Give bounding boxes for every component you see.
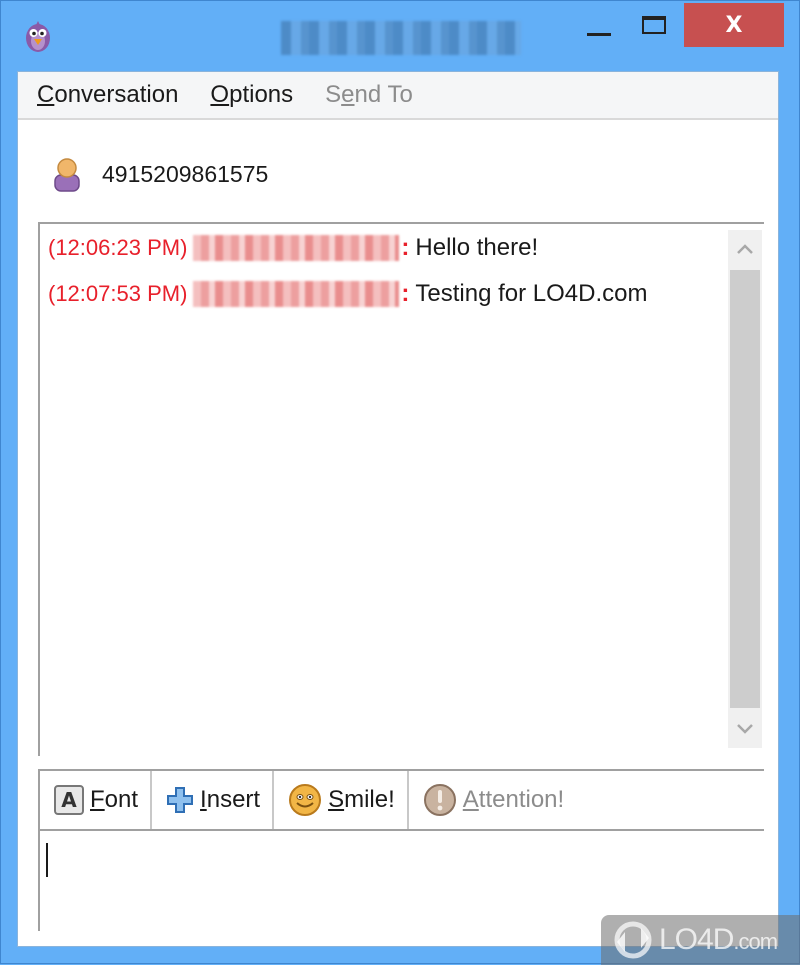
maximize-icon xyxy=(642,16,666,34)
menu-label: ptions xyxy=(229,81,294,108)
label-rest: ttention! xyxy=(478,786,565,813)
menu-label: S xyxy=(325,81,342,108)
message-colon: : xyxy=(401,234,410,261)
insert-label: Insert xyxy=(200,786,260,814)
lo4d-logo-icon xyxy=(614,921,652,959)
close-icon: X xyxy=(725,12,743,38)
format-toolbar: A Font Insert Smile! Attention! xyxy=(38,769,764,831)
menu-label: nd To xyxy=(354,81,413,108)
message-sender-redacted xyxy=(193,281,400,307)
plus-icon xyxy=(167,787,194,813)
menu-bar: Conversation Options Send To xyxy=(18,72,778,120)
scroll-up-button[interactable] xyxy=(728,230,762,268)
chat-history[interactable]: (12:06:23 PM) : Hello there! (12:07:53 P… xyxy=(38,222,764,756)
chat-message: (12:07:53 PM) : Testing for LO4D.com xyxy=(48,280,648,308)
watermark-suffix: .com xyxy=(733,929,778,954)
watermark-text: LO4D.com xyxy=(659,923,778,957)
chat-window: 4915209861575 X Conversation Options Sen… xyxy=(0,0,800,965)
attention-button[interactable]: Attention! xyxy=(409,771,576,829)
font-button[interactable]: A Font xyxy=(40,771,153,829)
chat-scrollbar[interactable] xyxy=(728,230,762,748)
accel-char: I xyxy=(200,786,207,813)
label-rest: ont xyxy=(104,786,139,813)
pidgin-app-icon[interactable] xyxy=(23,19,53,53)
menu-conversation[interactable]: Conversation xyxy=(37,81,178,109)
menu-label: onversation xyxy=(54,81,179,108)
chat-message: (12:06:23 PM) : Hello there! xyxy=(48,234,538,262)
smiley-icon xyxy=(289,784,322,816)
attention-label: Attention! xyxy=(463,786,564,814)
label-rest: mile! xyxy=(344,786,395,813)
message-timestamp: (12:07:53 PM) xyxy=(48,281,188,306)
maximize-button[interactable] xyxy=(629,3,679,47)
message-text: Hello there! xyxy=(415,234,539,261)
menu-accel: O xyxy=(210,81,230,108)
contact-header: 4915209861575 xyxy=(52,154,268,194)
contact-name: 4915209861575 xyxy=(102,160,269,187)
scroll-down-button[interactable] xyxy=(728,710,762,748)
accel-char: S xyxy=(328,786,345,813)
label-rest: nsert xyxy=(206,786,261,813)
watermark-brand: LO4D xyxy=(659,923,734,956)
attention-icon xyxy=(423,784,456,816)
smile-button[interactable]: Smile! xyxy=(274,771,409,829)
menu-send-to[interactable]: Send To xyxy=(325,81,413,109)
chevron-down-icon xyxy=(737,724,753,734)
font-label: Font xyxy=(90,786,138,814)
menu-accel: C xyxy=(37,81,55,108)
buddy-icon xyxy=(54,158,80,192)
accel-char: F xyxy=(90,786,105,813)
message-sender-redacted xyxy=(193,235,400,261)
close-button[interactable]: X xyxy=(684,3,784,47)
font-icon: A xyxy=(54,785,84,815)
insert-button[interactable]: Insert xyxy=(152,771,275,829)
message-colon: : xyxy=(401,280,410,307)
menu-options[interactable]: Options xyxy=(210,81,293,109)
menu-accel: e xyxy=(341,81,355,108)
message-timestamp: (12:06:23 PM) xyxy=(48,235,188,260)
smile-label: Smile! xyxy=(328,786,395,814)
window-title: 4915209861575 xyxy=(281,21,521,55)
lo4d-watermark: LO4D.com xyxy=(601,915,800,965)
minimize-button[interactable] xyxy=(571,3,627,47)
chevron-up-icon xyxy=(737,244,753,254)
conversation-pane: Conversation Options Send To 49152098615… xyxy=(17,71,779,947)
text-caret xyxy=(46,843,48,877)
message-text: Testing for LO4D.com xyxy=(415,280,648,307)
minimize-icon xyxy=(587,32,611,36)
scroll-thumb[interactable] xyxy=(730,270,760,708)
accel-char: A xyxy=(462,786,479,813)
